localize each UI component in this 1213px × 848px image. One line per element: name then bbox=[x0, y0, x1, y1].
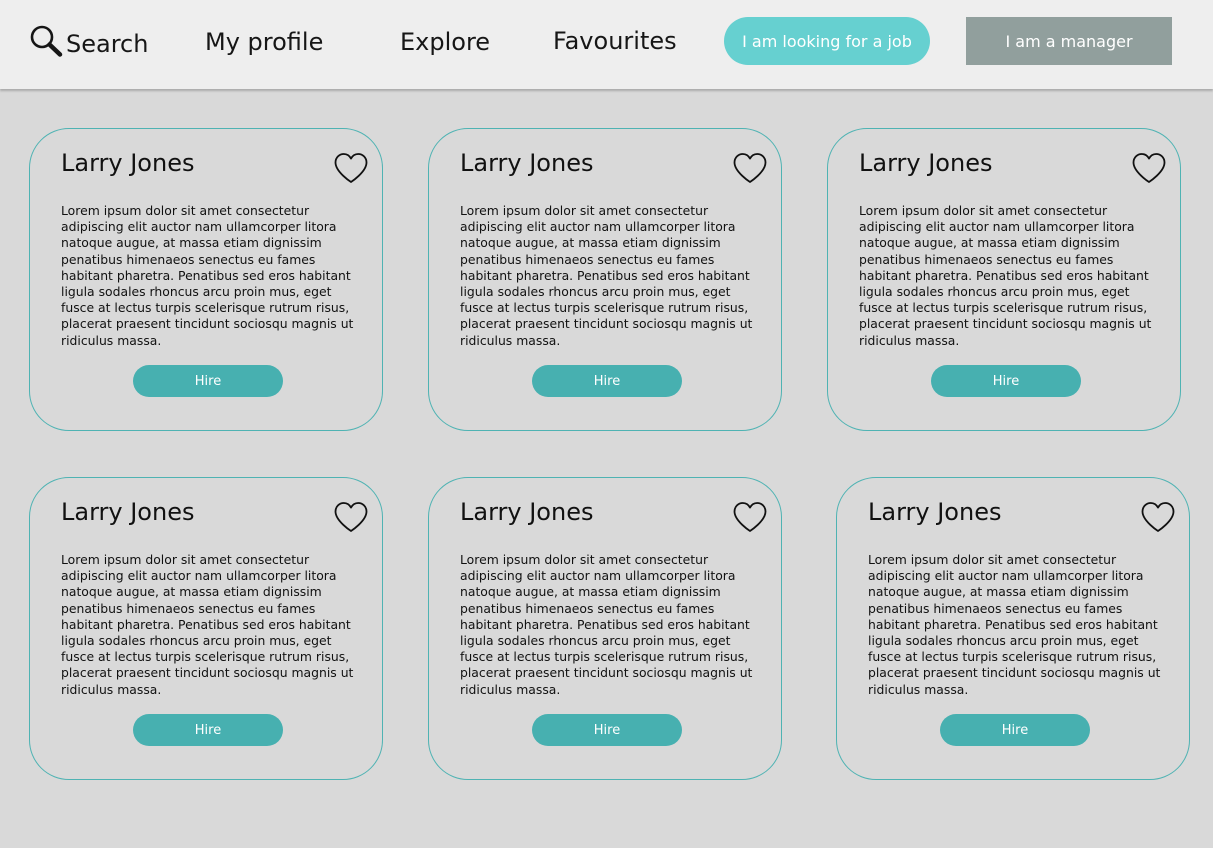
candidate-card: Larry Jones Lorem ipsum dolor sit amet c… bbox=[827, 128, 1181, 431]
looking-for-job-button[interactable]: I am looking for a job bbox=[724, 17, 930, 65]
hire-button[interactable]: Hire bbox=[133, 365, 283, 397]
candidate-card: Larry Jones Lorem ipsum dolor sit amet c… bbox=[428, 477, 782, 780]
candidate-name: Larry Jones bbox=[460, 498, 594, 526]
hire-button[interactable]: Hire bbox=[532, 714, 682, 746]
hire-button[interactable]: Hire bbox=[931, 365, 1081, 397]
candidate-name: Larry Jones bbox=[61, 498, 195, 526]
search-icon bbox=[30, 25, 63, 57]
heart-icon[interactable] bbox=[732, 151, 768, 185]
candidate-description: Lorem ipsum dolor sit amet consectetur a… bbox=[859, 203, 1152, 348]
hire-button[interactable]: Hire bbox=[532, 365, 682, 397]
heart-icon[interactable] bbox=[732, 500, 768, 534]
candidate-name: Larry Jones bbox=[460, 149, 594, 177]
candidate-description: Lorem ipsum dolor sit amet consectetur a… bbox=[460, 203, 753, 348]
heart-icon[interactable] bbox=[333, 500, 369, 534]
candidate-name: Larry Jones bbox=[61, 149, 195, 177]
candidate-description: Lorem ipsum dolor sit amet consectetur a… bbox=[868, 552, 1161, 697]
manager-button[interactable]: I am a manager bbox=[966, 17, 1172, 65]
candidate-card: Larry Jones Lorem ipsum dolor sit amet c… bbox=[428, 128, 782, 431]
search-label: Search bbox=[66, 30, 149, 58]
heart-icon[interactable] bbox=[1140, 500, 1176, 534]
nav-explore[interactable]: Explore bbox=[400, 28, 490, 56]
hire-button[interactable]: Hire bbox=[940, 714, 1090, 746]
candidate-name: Larry Jones bbox=[868, 498, 1002, 526]
heart-icon[interactable] bbox=[333, 151, 369, 185]
candidate-card: Larry Jones Lorem ipsum dolor sit amet c… bbox=[29, 477, 383, 780]
candidate-name: Larry Jones bbox=[859, 149, 993, 177]
nav-my-profile[interactable]: My profile bbox=[205, 28, 323, 56]
candidate-description: Lorem ipsum dolor sit amet consectetur a… bbox=[61, 203, 354, 348]
candidate-card: Larry Jones Lorem ipsum dolor sit amet c… bbox=[836, 477, 1190, 780]
candidate-card: Larry Jones Lorem ipsum dolor sit amet c… bbox=[29, 128, 383, 431]
search-nav-item[interactable]: Search bbox=[29, 24, 148, 58]
top-nav-bar: Search My profile Explore Favourites I a… bbox=[0, 0, 1213, 89]
candidate-description: Lorem ipsum dolor sit amet consectetur a… bbox=[460, 552, 753, 697]
candidate-description: Lorem ipsum dolor sit amet consectetur a… bbox=[61, 552, 354, 697]
heart-icon[interactable] bbox=[1131, 151, 1167, 185]
hire-button[interactable]: Hire bbox=[133, 714, 283, 746]
nav-favourites[interactable]: Favourites bbox=[553, 27, 677, 55]
